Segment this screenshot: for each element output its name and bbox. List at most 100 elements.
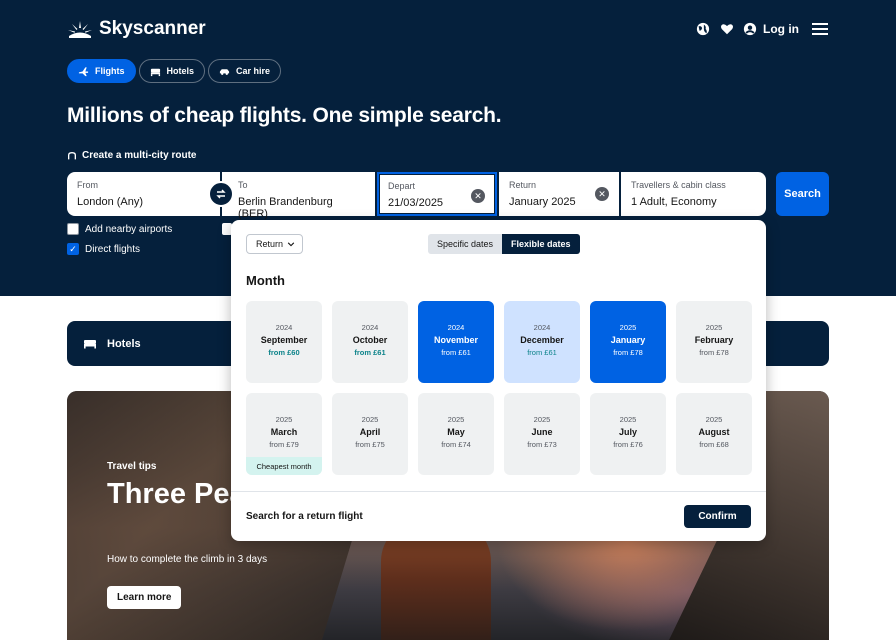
month-card-in-range[interactable]: 2024 December from £61 xyxy=(504,301,580,383)
user-icon xyxy=(743,22,757,36)
month-year: 2024 xyxy=(447,323,465,332)
month-card-selected[interactable]: 2024 November from £61 xyxy=(418,301,494,383)
month-card[interactable]: 2025 June from £73 xyxy=(504,393,580,475)
month-name: August xyxy=(698,427,730,437)
travellers-label: Travellers & cabin class xyxy=(631,180,726,190)
skyscanner-logo[interactable]: Skyscanner xyxy=(67,18,206,40)
confirm-button[interactable]: Confirm xyxy=(684,505,751,528)
return-value: January 2025 xyxy=(509,196,576,208)
route-icon xyxy=(68,151,76,159)
from-label: From xyxy=(77,180,98,190)
month-year: 2024 xyxy=(275,323,293,332)
month-card[interactable]: 2025 July from £76 xyxy=(590,393,666,475)
nearby-airports-checkbox[interactable]: Add nearby airports xyxy=(67,223,172,235)
date-picker-popover: Return Specific dates Flexible dates Mon… xyxy=(231,220,766,541)
login-label: Log in xyxy=(763,22,799,36)
sunrise-logo-icon xyxy=(68,21,92,38)
month-card[interactable]: 2025 May from £74 xyxy=(418,393,494,475)
tab-flights[interactable]: Flights xyxy=(67,59,136,83)
picker-divider xyxy=(231,491,766,492)
flexible-dates-option[interactable]: Flexible dates xyxy=(502,234,580,254)
month-card-selected[interactable]: 2025 January from £78 xyxy=(590,301,666,383)
car-icon xyxy=(219,68,230,75)
nearby-checkbox-box[interactable] xyxy=(67,223,79,235)
direct-flights-checkbox[interactable]: ✓ Direct flights xyxy=(67,243,140,255)
tab-car-hire[interactable]: Car hire xyxy=(208,59,282,83)
date-mode-toggle: Specific dates Flexible dates xyxy=(428,234,580,254)
tab-flights-label: Flights xyxy=(95,66,125,76)
direct-label: Direct flights xyxy=(85,243,141,255)
month-price: from £79 xyxy=(269,440,299,449)
month-price: from £75 xyxy=(355,440,385,449)
month-price: from £60 xyxy=(268,348,300,357)
month-name: January xyxy=(610,335,646,345)
login-button[interactable]: Log in xyxy=(743,22,799,36)
banner-kicker: Travel tips xyxy=(107,461,157,472)
clear-return-icon[interactable]: ✕ xyxy=(595,187,609,201)
heart-icon[interactable] xyxy=(719,21,735,37)
tab-hotels-label: Hotels xyxy=(166,66,195,76)
banner-subtitle: How to complete the climb in 3 days xyxy=(107,554,268,565)
travellers-value: 1 Adult, Economy xyxy=(631,196,717,208)
bed-icon xyxy=(150,68,160,76)
plane-icon xyxy=(78,66,89,76)
month-price: from £74 xyxy=(441,440,471,449)
month-card[interactable]: 2025 August from £68 xyxy=(676,393,752,475)
month-year: 2024 xyxy=(533,323,551,332)
month-price: from £68 xyxy=(699,440,729,449)
to-field[interactable]: To Berlin Brandenburg (BER) xyxy=(222,172,375,220)
month-name: September xyxy=(260,335,308,345)
swap-arrows-icon xyxy=(216,189,226,199)
month-heading: Month xyxy=(246,273,285,288)
month-card[interactable]: 2024 September from £60 xyxy=(246,301,322,383)
month-name: February xyxy=(694,335,734,345)
travellers-field[interactable]: Travellers & cabin class 1 Adult, Econom… xyxy=(621,172,766,216)
trip-type-select[interactable]: Return xyxy=(246,234,303,254)
month-price: from £61 xyxy=(527,348,557,357)
bed-icon xyxy=(84,340,96,349)
chevron-down-icon xyxy=(287,242,295,247)
hamburger-menu-icon[interactable] xyxy=(811,21,829,37)
month-name: April xyxy=(359,427,381,437)
return-label: Return xyxy=(509,180,537,190)
month-card[interactable]: 2025 March from £79 Cheapest month xyxy=(246,393,322,475)
month-card[interactable]: 2025 April from £75 xyxy=(332,393,408,475)
month-year: 2025 xyxy=(275,415,293,424)
multicity-link[interactable]: Create a multi-city route xyxy=(67,150,196,161)
clear-depart-icon[interactable]: ✕ xyxy=(471,189,485,203)
to-label: To xyxy=(238,180,248,190)
specific-dates-option[interactable]: Specific dates xyxy=(428,234,502,254)
tab-hotels[interactable]: Hotels xyxy=(138,59,206,83)
learn-more-button[interactable]: Learn more xyxy=(107,586,182,609)
swap-locations-button[interactable] xyxy=(208,181,234,207)
depart-label: Depart xyxy=(388,181,416,191)
month-name: October xyxy=(352,335,388,345)
month-card[interactable]: 2024 October from £61 xyxy=(332,301,408,383)
cheapest-month-badge: Cheapest month xyxy=(246,457,322,475)
search-button[interactable]: Search xyxy=(776,172,829,216)
month-price: from £73 xyxy=(527,440,557,449)
month-price: from £78 xyxy=(699,348,729,357)
month-name: December xyxy=(520,335,564,345)
month-price: from £78 xyxy=(613,348,643,357)
tab-car-hire-label: Car hire xyxy=(236,66,271,76)
multicity-label: Create a multi-city route xyxy=(82,150,197,161)
return-field[interactable]: Return January 2025 ✕ xyxy=(499,172,619,216)
depart-field[interactable]: Depart 21/03/2025 ✕ xyxy=(377,172,497,216)
month-price: from £61 xyxy=(354,348,386,357)
from-field[interactable]: From London (Any) xyxy=(67,172,220,216)
trip-type-value: Return xyxy=(256,239,284,249)
month-name: July xyxy=(618,427,637,437)
month-name: March xyxy=(270,427,298,437)
direct-checkbox-box[interactable]: ✓ xyxy=(67,243,79,255)
month-name: November xyxy=(433,335,478,345)
month-name: May xyxy=(447,427,465,437)
month-year: 2024 xyxy=(361,323,379,332)
month-card[interactable]: 2025 February from £78 xyxy=(676,301,752,383)
globe-icon[interactable] xyxy=(695,21,711,37)
from-value: London (Any) xyxy=(77,196,144,208)
hotels-bar-label: Hotels xyxy=(107,337,141,350)
month-year: 2025 xyxy=(361,415,379,424)
product-tabs: Flights Hotels Car hire xyxy=(67,59,282,83)
month-year: 2025 xyxy=(705,415,723,424)
